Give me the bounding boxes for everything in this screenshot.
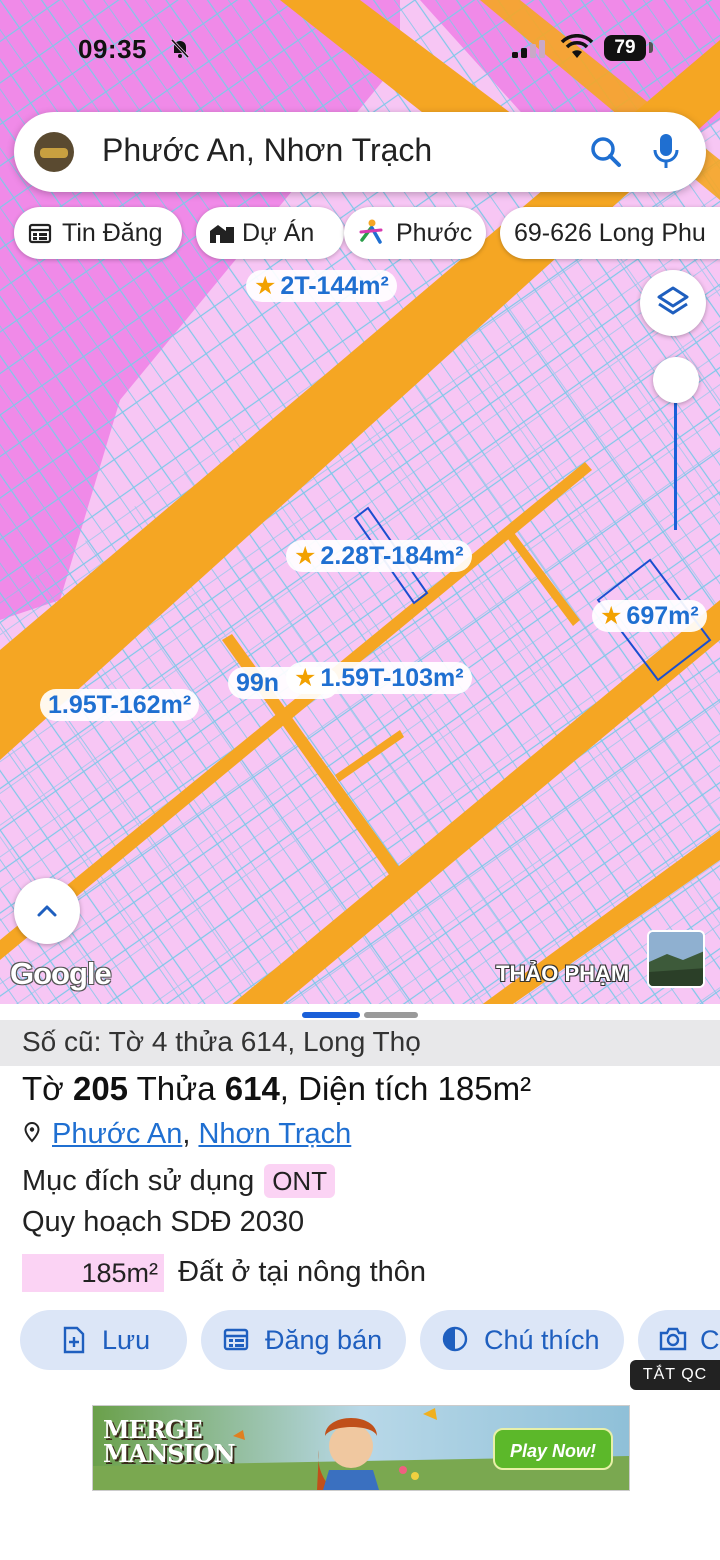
google-logo: Google	[10, 956, 112, 991]
status-bar: 09:35 79	[0, 0, 720, 100]
clock: 09:35	[78, 34, 147, 64]
calendar-icon	[223, 1328, 249, 1351]
ward-link[interactable]: Phước An	[52, 1118, 182, 1150]
land-use-purpose: Mục đích sử dụng ONT	[22, 1164, 336, 1198]
search-input[interactable]: Phước An, Nhơn Trạch	[102, 132, 432, 169]
save-button[interactable]: Lưu	[20, 1310, 187, 1370]
ad-title: MERGE MANSION	[103, 1415, 236, 1468]
sheet-handle-inactive[interactable]	[364, 1012, 418, 1018]
listing-label[interactable]: 1.95T-162m²	[40, 689, 200, 721]
listing-label[interactable]: ★ 697m²	[592, 600, 707, 632]
layers-button[interactable]	[640, 270, 706, 336]
ad-play-button[interactable]: Play Now!	[493, 1428, 613, 1470]
land-plan-title: Quy hoạch SDĐ 2030	[22, 1206, 305, 1238]
legend-swatch: 185m²	[22, 1254, 164, 1292]
watermark: THẢO PHẠM	[496, 961, 630, 986]
person-logo-icon	[359, 219, 383, 244]
listing-label[interactable]: ★ 1.59T-103m²	[286, 662, 472, 694]
wifi-icon	[560, 34, 594, 58]
camera-icon	[659, 1327, 687, 1351]
chip-address[interactable]: 69-626 Long Phu	[500, 207, 720, 259]
landscape-thumbnail-image	[649, 932, 703, 986]
listing-label[interactable]: ★ 2.28T-184m²	[286, 540, 472, 572]
microphone-icon[interactable]	[652, 132, 680, 172]
ad-off-button[interactable]: TẮT QC	[630, 1360, 720, 1390]
cellular-signal-icon	[512, 40, 545, 58]
add-file-icon	[63, 1326, 85, 1354]
old-parcel-info: Số cũ: Tờ 4 thửa 614, Long Thọ	[0, 1020, 720, 1066]
listing-label[interactable]: ★ 2T-144m²	[246, 270, 397, 302]
location-pin-icon	[24, 1121, 40, 1143]
battery-indicator: 79	[604, 35, 646, 61]
post-sale-button[interactable]: Đăng bán	[201, 1310, 406, 1370]
opacity-slider-track[interactable]	[674, 403, 677, 530]
filter-chips: Tin Đăng Dự Án Phước 69-626 Long Phu	[14, 207, 720, 259]
search-icon[interactable]	[588, 134, 624, 170]
location-row: Phước An, Nhơn Trạch	[22, 1118, 351, 1151]
legend-button[interactable]: Chú thích	[420, 1310, 624, 1370]
land-plan-legend: 185m² Đất ở tại nông thôn	[22, 1254, 426, 1292]
layers-icon	[657, 286, 689, 315]
battery-tip	[649, 42, 653, 53]
chip-phuoc[interactable]: Phước	[344, 207, 486, 259]
avatar[interactable]	[34, 132, 74, 172]
streetview-thumbnail[interactable]	[647, 930, 705, 988]
opacity-slider-knob[interactable]	[653, 357, 699, 403]
district-link[interactable]: Nhơn Trạch	[198, 1118, 351, 1150]
chip-du-an[interactable]: Dự Án	[196, 207, 344, 259]
land-use-code-badge: ONT	[264, 1164, 336, 1198]
bell-muted-icon	[170, 38, 190, 59]
chip-tin-dang[interactable]: Tin Đăng	[14, 207, 182, 259]
ad-banner[interactable]: MERGE MANSION Play Now!	[92, 1405, 630, 1491]
sheet-handle-active[interactable]	[302, 1012, 360, 1018]
chevron-up-icon	[37, 905, 57, 917]
contrast-icon	[442, 1326, 468, 1352]
parcel-title: Tờ 205 Thửa 614, Diện tích 185m²	[22, 1070, 532, 1107]
buildings-icon	[210, 225, 234, 243]
expand-button[interactable]	[14, 878, 80, 944]
action-row: Lưu Đăng bán Chú thích C	[0, 1310, 720, 1372]
calendar-icon	[28, 223, 52, 244]
search-bar[interactable]: Phước An, Nhơn Trạch	[14, 112, 706, 192]
